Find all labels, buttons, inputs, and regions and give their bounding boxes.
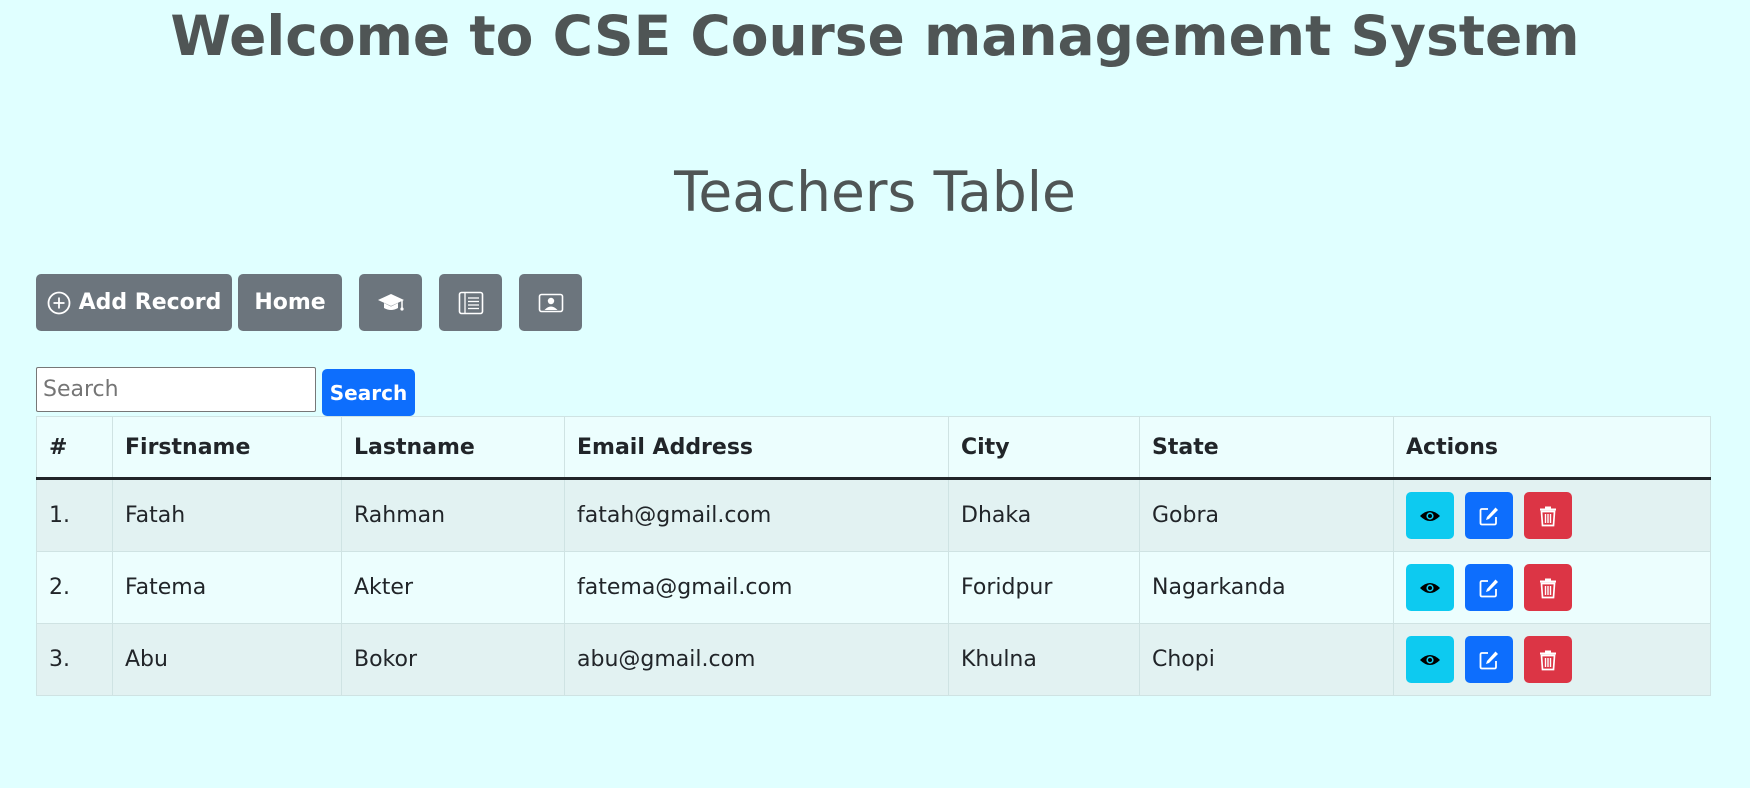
courses-button[interactable] bbox=[359, 274, 422, 331]
column-header-firstname: Firstname bbox=[112, 416, 342, 480]
profile-button[interactable] bbox=[519, 274, 582, 331]
add-record-label: Add Record bbox=[78, 290, 222, 315]
column-header-lastname: Lastname bbox=[341, 416, 565, 480]
table-row: 2. Fatema Akter fatema@gmail.com Foridpu… bbox=[36, 551, 1711, 624]
email-cell: abu@gmail.com bbox=[564, 623, 949, 696]
search-input[interactable] bbox=[36, 367, 316, 412]
edit-icon bbox=[1479, 507, 1498, 525]
column-header-state: State bbox=[1139, 416, 1394, 480]
email-cell: fatema@gmail.com bbox=[564, 551, 949, 624]
trash-icon bbox=[1540, 578, 1556, 598]
delete-button[interactable] bbox=[1524, 636, 1572, 683]
search-button-label: Search bbox=[329, 380, 408, 405]
edit-icon bbox=[1479, 651, 1498, 669]
table-header: # Firstname Lastname Email Address City … bbox=[36, 416, 1711, 480]
row-number: 1. bbox=[36, 478, 113, 552]
person-card-icon bbox=[538, 293, 563, 312]
list-icon bbox=[458, 291, 483, 314]
row-number: 2. bbox=[36, 551, 113, 624]
edit-button[interactable] bbox=[1465, 564, 1513, 611]
row-actions bbox=[1406, 492, 1698, 539]
firstname-cell: Abu bbox=[112, 623, 342, 696]
eye-icon bbox=[1420, 654, 1440, 665]
lastname-cell: Akter bbox=[341, 551, 565, 624]
edit-button[interactable] bbox=[1465, 492, 1513, 539]
eye-icon bbox=[1420, 510, 1440, 521]
table-title: Teachers Table bbox=[674, 160, 1076, 224]
firstname-cell: Fatema bbox=[112, 551, 342, 624]
search-button[interactable]: Search bbox=[322, 369, 415, 416]
teachers-table: # Firstname Lastname Email Address City … bbox=[36, 416, 1711, 696]
column-header-number: # bbox=[36, 416, 113, 480]
column-header-email: Email Address bbox=[564, 416, 949, 480]
state-cell: Chopi bbox=[1139, 623, 1394, 696]
actions-cell bbox=[1393, 478, 1711, 552]
eye-icon bbox=[1420, 582, 1440, 593]
plus-circle-icon bbox=[47, 291, 70, 314]
actions-cell bbox=[1393, 551, 1711, 624]
home-button[interactable]: Home bbox=[238, 274, 342, 331]
page-title: Welcome to CSE Course management System bbox=[170, 4, 1580, 68]
city-cell: Foridpur bbox=[948, 551, 1140, 624]
row-actions bbox=[1406, 636, 1698, 683]
list-button[interactable] bbox=[439, 274, 502, 331]
view-button[interactable] bbox=[1406, 492, 1454, 539]
row-number: 3. bbox=[36, 623, 113, 696]
graduation-cap-icon bbox=[377, 293, 404, 311]
home-label: Home bbox=[254, 290, 326, 315]
firstname-cell: Fatah bbox=[112, 478, 342, 552]
lastname-cell: Rahman bbox=[341, 478, 565, 552]
delete-button[interactable] bbox=[1524, 492, 1572, 539]
column-header-city: City bbox=[948, 416, 1140, 480]
edit-icon bbox=[1479, 579, 1498, 597]
view-button[interactable] bbox=[1406, 636, 1454, 683]
table-header-row: # Firstname Lastname Email Address City … bbox=[36, 416, 1711, 480]
add-record-button[interactable]: Add Record bbox=[36, 274, 232, 331]
actions-cell bbox=[1393, 623, 1711, 696]
row-actions bbox=[1406, 564, 1698, 611]
trash-icon bbox=[1540, 506, 1556, 526]
lastname-cell: Bokor bbox=[341, 623, 565, 696]
city-cell: Khulna bbox=[948, 623, 1140, 696]
delete-button[interactable] bbox=[1524, 564, 1572, 611]
city-cell: Dhaka bbox=[948, 478, 1140, 552]
table-row: 1. Fatah Rahman fatah@gmail.com Dhaka Go… bbox=[36, 478, 1711, 552]
state-cell: Gobra bbox=[1139, 478, 1394, 552]
state-cell: Nagarkanda bbox=[1139, 551, 1394, 624]
page: Welcome to CSE Course management System … bbox=[0, 0, 1750, 788]
email-cell: fatah@gmail.com bbox=[564, 478, 949, 552]
trash-icon bbox=[1540, 650, 1556, 670]
column-header-actions: Actions bbox=[1393, 416, 1711, 480]
table-body: 1. Fatah Rahman fatah@gmail.com Dhaka Go… bbox=[36, 478, 1711, 696]
view-button[interactable] bbox=[1406, 564, 1454, 611]
edit-button[interactable] bbox=[1465, 636, 1513, 683]
table-row: 3. Abu Bokor abu@gmail.com Khulna Chopi bbox=[36, 623, 1711, 696]
